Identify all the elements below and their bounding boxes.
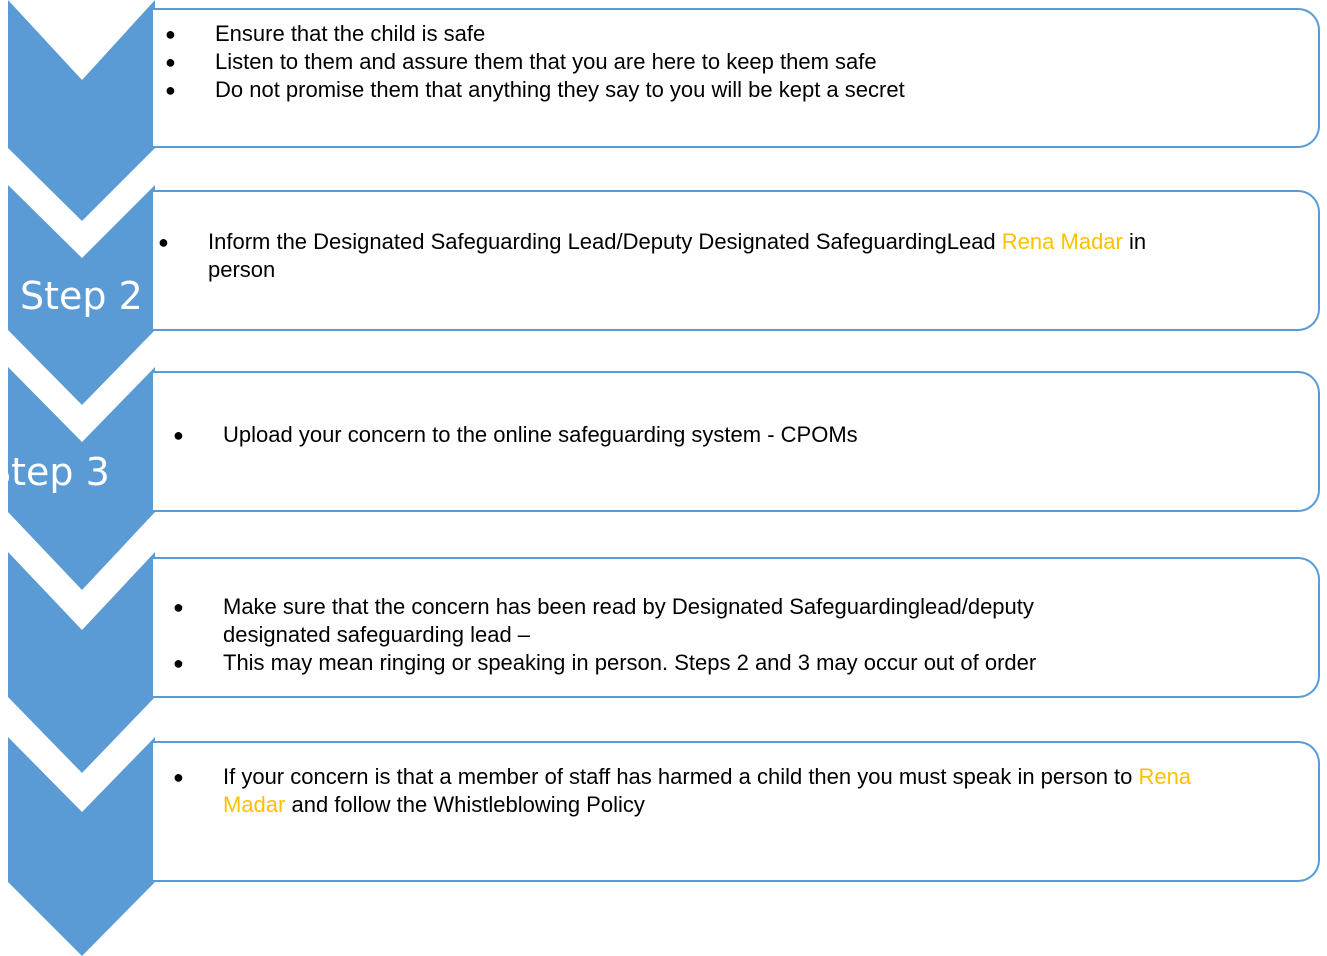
bullet-text: If your concern is that a member of staf… (223, 764, 1139, 789)
bullet-dot-icon: ● (173, 425, 184, 445)
bullet-text: Upload your concern to the online safegu… (223, 422, 858, 447)
bullet-text: in (1122, 229, 1147, 254)
bullet-item: ● Upload your concern to the online safeg… (173, 421, 858, 449)
bullet-item: ● Do not promise them that anything they … (165, 76, 905, 104)
bullet-item: ● Inform the Designated Safeguarding Lead… (158, 228, 1146, 284)
step-4-card: ● Make sure that the concern has been rea… (153, 557, 1320, 698)
step-1-bullets: ● Ensure that the child is safe ● Listen to… (165, 20, 905, 104)
bullet-item: ● This may mean ringing or speaking in pe… (173, 649, 1036, 677)
highlighted-name: Rena (1138, 764, 1192, 789)
bullet-dot-icon: ● (173, 653, 184, 673)
step-1-card: ● Ensure that the child is safe ● Listen to… (153, 8, 1320, 148)
highlighted-name: Madar (223, 792, 286, 817)
step-4-bullets: ● Make sure that the concern has been rea… (173, 593, 1036, 677)
step-2-label: Step 2 (20, 274, 143, 318)
chevron-step-1 (8, 0, 155, 221)
bullet-text: person (208, 257, 276, 282)
bullet-dot-icon: ● (165, 52, 176, 72)
step-3-card: ● Upload your concern to the online safeg… (153, 371, 1320, 512)
bullet-text: Ensure that the child is safe (215, 21, 486, 46)
bullet-text: Inform the Designated Safeguarding Lead/… (208, 229, 1002, 254)
bullet-dot-icon: ● (158, 232, 169, 252)
bullet-item: ● If your concern is that a member of sta… (173, 763, 1191, 819)
step-3-bullets: ● Upload your concern to the online safeg… (173, 421, 858, 449)
bullet-text: Listen to them and assure them that you … (215, 49, 877, 74)
step-5-bullets: ● If your concern is that a member of sta… (173, 763, 1191, 819)
bullet-item: ● Listen to them and assure them that you… (165, 48, 905, 76)
bullet-text: and follow the Whistleblowing Policy (285, 792, 645, 817)
bullet-dot-icon: ● (165, 80, 176, 100)
highlighted-name: Rena Madar (1001, 229, 1123, 254)
bullet-text: designated safeguarding lead – (223, 622, 531, 647)
bullet-dot-icon: ● (173, 767, 184, 787)
step-2-card: ● Inform the Designated Safeguarding Lead… (153, 190, 1320, 331)
bullet-text: Do not promise them that anything they s… (215, 77, 905, 102)
bullet-item: ● Make sure that the concern has been rea… (173, 593, 1036, 649)
bullet-text: Make sure that the concern has been read… (223, 594, 1034, 619)
step-2-bullets: ● Inform the Designated Safeguarding Lead… (158, 228, 1146, 284)
bullet-dot-icon: ● (173, 597, 184, 617)
bullet-item: ● Ensure that the child is safe (165, 20, 905, 48)
bullet-text: This may mean ringing or speaking in per… (223, 650, 1037, 675)
step-5-card: ● If your concern is that a member of sta… (153, 741, 1320, 882)
bullet-dot-icon: ● (165, 24, 176, 44)
step-3-label: Step 3 (0, 450, 110, 494)
